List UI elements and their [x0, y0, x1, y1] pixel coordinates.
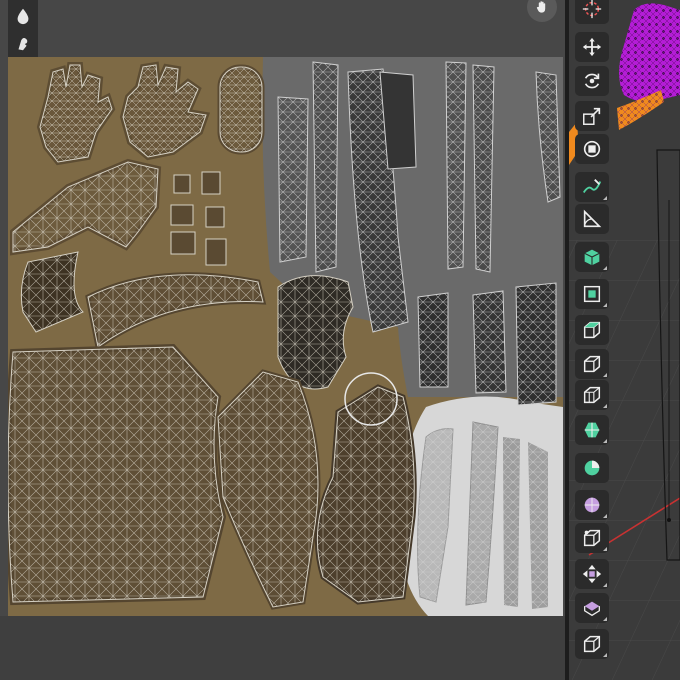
- viewport-toolbar: [571, 0, 613, 680]
- shrink-fatten-icon: [584, 601, 600, 617]
- tool-annotate[interactable]: [575, 172, 609, 202]
- inset-faces-icon: [583, 321, 601, 339]
- cursor-icon: [582, 0, 602, 19]
- tool-options-corner: [603, 514, 607, 518]
- hand-icon: [536, 1, 546, 13]
- annotate-icon: [582, 179, 602, 194]
- move-icon: [582, 37, 602, 57]
- tool-edge-slide[interactable]: [575, 559, 609, 589]
- scale-icon: [583, 107, 601, 125]
- tool-bevel[interactable]: [575, 349, 609, 379]
- poly-build-icon: [584, 460, 600, 476]
- transform-icon: [583, 140, 601, 158]
- smooth-icon: [583, 529, 601, 547]
- tool-drop[interactable]: [11, 4, 35, 28]
- tool-cursor[interactable]: [575, 0, 609, 24]
- tool-options-corner: [603, 439, 607, 443]
- uv-island-sole: [217, 64, 265, 155]
- grab-icon: [18, 38, 28, 51]
- tool-grab[interactable]: [11, 32, 35, 56]
- rotate-icon: [584, 73, 600, 89]
- spin-icon: [584, 497, 600, 513]
- tool-options-corner: [603, 303, 607, 307]
- uv-editor-area[interactable]: [0, 0, 565, 680]
- tool-options-corner: [603, 266, 607, 270]
- tool-extrude-region[interactable]: [575, 279, 609, 309]
- tool-options-corner: [603, 547, 607, 551]
- tool-options-corner: [603, 196, 607, 200]
- tool-move[interactable]: [575, 32, 609, 62]
- tool-options-corner: [603, 617, 607, 621]
- tool-inset-faces[interactable]: [575, 315, 609, 345]
- tool-options-corner: [603, 373, 607, 377]
- tool-rotate[interactable]: [575, 66, 609, 96]
- tool-options-corner: [603, 583, 607, 587]
- tool-smooth[interactable]: [575, 523, 609, 553]
- edge-slide-icon: [582, 564, 602, 584]
- tool-transform[interactable]: [575, 134, 609, 164]
- drop-icon: [17, 8, 29, 25]
- uv-editor-bottom-margin: [0, 616, 565, 680]
- pan-view-button[interactable]: [527, 0, 557, 22]
- tool-scale[interactable]: [575, 101, 609, 131]
- bevel-icon: [583, 355, 601, 373]
- tool-spin[interactable]: [575, 490, 609, 520]
- shear-icon: [583, 635, 601, 653]
- tool-knife[interactable]: [575, 415, 609, 445]
- knife-icon: [584, 422, 600, 438]
- add-cube-icon: [584, 249, 600, 266]
- loop-cut-icon: [583, 386, 601, 404]
- tool-add-cube[interactable]: [575, 242, 609, 272]
- measure-icon: [583, 209, 602, 228]
- tool-measure[interactable]: [575, 204, 609, 234]
- tool-loop-cut[interactable]: [575, 380, 609, 410]
- tool-shrink-fatten[interactable]: [575, 593, 609, 623]
- tool-shear[interactable]: [575, 629, 609, 659]
- tool-options-corner: [603, 404, 607, 408]
- uv-texture-canvas[interactable]: [8, 57, 563, 616]
- tool-options-corner: [603, 653, 607, 657]
- tool-poly-build[interactable]: [575, 453, 609, 483]
- uv-island-torso: [8, 343, 227, 606]
- extrude-region-icon: [583, 285, 601, 303]
